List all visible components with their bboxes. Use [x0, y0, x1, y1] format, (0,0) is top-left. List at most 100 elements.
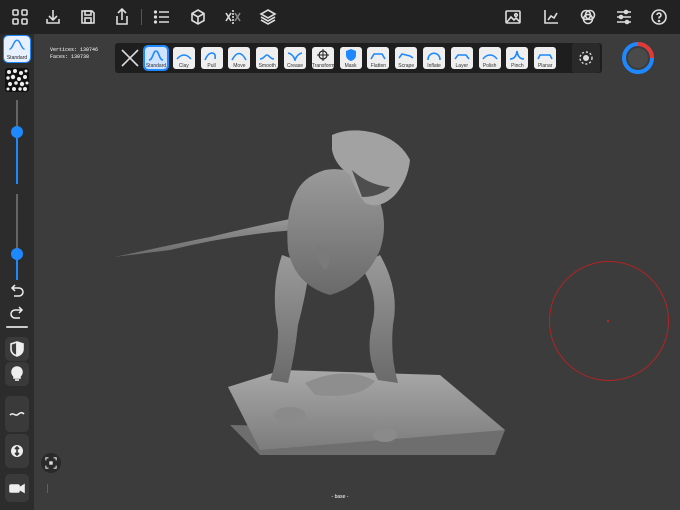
brush-polish[interactable]: Polish — [478, 47, 501, 69]
brush-curve-icon — [260, 54, 275, 60]
brush-transform[interactable]: Transform — [311, 47, 334, 69]
ruler-icon[interactable] — [541, 7, 561, 27]
intensity-slider-knob[interactable] — [11, 248, 23, 261]
brush-crease[interactable]: Crease — [284, 47, 306, 69]
grid-icon[interactable] — [10, 7, 30, 27]
brush-curve-icon — [510, 50, 525, 60]
brush-settings-gear-icon — [579, 51, 593, 65]
scene-object-label: - base - — [331, 494, 349, 500]
save-icon[interactable] — [78, 7, 98, 27]
brush-label: Inflate — [427, 63, 441, 69]
focus-frame-icon — [45, 457, 57, 469]
noise-alpha-icon — [6, 69, 29, 91]
frame-view-button[interactable] — [41, 453, 61, 473]
brush-curve-icon — [287, 52, 303, 61]
brush-label: Pinch — [511, 63, 524, 69]
dinosaur-tail — [115, 217, 300, 257]
brush-cursor-center — [607, 320, 609, 322]
faces-count: Faces: 130738 — [50, 54, 90, 60]
brush-label: Transform — [311, 63, 334, 69]
dinosaur-model — [115, 130, 505, 455]
brush-label: Planar — [537, 63, 553, 69]
brush-label: Scrape — [398, 63, 415, 69]
lightbulb-icon — [11, 366, 23, 381]
collapse-tools-button[interactable] — [119, 47, 141, 69]
camera-button[interactable] — [5, 474, 29, 502]
brush-toolbar: Standard Clay Pull Move Smooth Crease Transfor… — [115, 43, 602, 73]
brush-pull[interactable]: Pull — [200, 47, 223, 69]
stroke-curve-icon — [9, 411, 25, 416]
brush-inflate[interactable]: Inflate — [423, 47, 445, 69]
brush-label: Polish — [482, 63, 497, 69]
footprint-left — [274, 407, 306, 423]
radius-slider-fill — [16, 131, 18, 184]
radius-slider-knob[interactable] — [11, 125, 23, 138]
symmetry-x-icon[interactable] — [223, 7, 243, 27]
brush-curve-icon — [537, 54, 553, 60]
pivot-button[interactable] — [5, 434, 29, 468]
brush-layer[interactable]: Layer — [450, 47, 473, 69]
pivot-arrows-icon — [11, 445, 23, 457]
brush-settings-button[interactable] — [572, 43, 600, 73]
brush-standard[interactable]: Standard — [143, 45, 169, 71]
undo-icon — [10, 284, 24, 297]
crossed-tools-icon — [121, 49, 139, 67]
brush-mask[interactable]: Mask — [339, 47, 362, 69]
top-toolbar — [0, 0, 680, 34]
settings-sliders-icon[interactable] — [614, 7, 634, 27]
brush-label: Crease — [286, 63, 304, 69]
video-camera-icon — [9, 483, 25, 494]
brush-curve-icon — [427, 52, 441, 61]
brush-move[interactable]: Move — [228, 47, 251, 69]
current-tool-button[interactable]: Standard — [3, 35, 31, 63]
redo-icon — [10, 306, 24, 319]
brush-curve-icon — [454, 54, 470, 60]
light-button[interactable] — [5, 362, 29, 386]
image-icon[interactable] — [503, 7, 523, 27]
alpha-texture-button[interactable] — [5, 68, 29, 92]
brush-scrape[interactable]: Scrape — [395, 47, 418, 69]
view-gizmo[interactable] — [621, 41, 655, 75]
axis-indicator — [47, 484, 48, 493]
footprint-right — [373, 428, 397, 442]
orientation-ring-icon — [622, 42, 654, 74]
cube-icon[interactable] — [188, 7, 208, 27]
brush-curve-icon — [148, 50, 164, 61]
brush-curve-icon — [398, 53, 414, 59]
brush-label: Clay — [178, 63, 189, 69]
brush-curve-icon — [176, 54, 192, 60]
brush-label: Flatten — [370, 63, 387, 69]
right-leg — [360, 255, 398, 383]
brush-smooth[interactable]: Smooth — [256, 47, 279, 69]
left-sidebar: Standard — [0, 34, 34, 510]
brush-flatten[interactable]: Flatten — [367, 47, 390, 69]
brush-label: Move — [233, 63, 246, 69]
shield-half-icon — [10, 341, 24, 357]
brush-planar[interactable]: Planar — [534, 47, 557, 69]
brush-curve-icon — [231, 52, 248, 61]
stroke-button[interactable] — [5, 396, 29, 432]
sidebar-divider — [6, 326, 28, 328]
brush-label: Smooth — [258, 63, 276, 69]
brush-label: Standard — [145, 63, 167, 69]
current-tool-label: Standard — [6, 55, 28, 61]
standard-brush-icon — [9, 39, 25, 50]
brush-radius-cursor — [549, 261, 669, 381]
brush-pinch[interactable]: Pinch — [506, 47, 529, 69]
mask-shield-icon — [345, 49, 356, 61]
share-icon[interactable] — [112, 7, 132, 27]
undo-button[interactable] — [8, 284, 26, 300]
redo-button[interactable] — [8, 306, 26, 322]
brush-curve-icon — [481, 54, 498, 60]
brush-curve-icon — [370, 53, 387, 60]
brush-label: Pull — [207, 63, 216, 69]
import-icon[interactable] — [43, 7, 63, 27]
layers-icon[interactable] — [258, 7, 278, 27]
brush-clay[interactable]: Clay — [172, 47, 195, 69]
list-icon[interactable] — [152, 7, 172, 27]
toolbar-divider — [141, 9, 142, 25]
shading-button[interactable] — [5, 337, 29, 361]
material-icon[interactable] — [578, 7, 598, 27]
help-icon[interactable] — [649, 7, 669, 27]
brush-label: Layer — [455, 63, 469, 69]
